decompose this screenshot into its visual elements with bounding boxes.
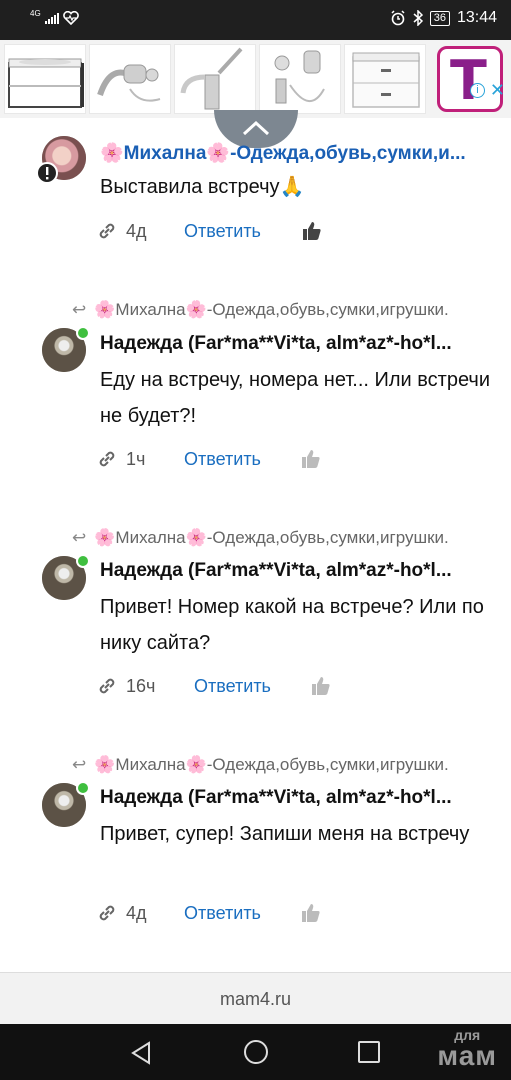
reply-to-name[interactable]: 🌸Михална🌸-Одежда,обувь,сумки,игрушки. — [94, 300, 449, 319]
avatar[interactable] — [36, 136, 86, 184]
link-icon[interactable] — [96, 220, 118, 242]
online-status-dot — [76, 326, 90, 340]
reply-to-line: ↩ 🌸Михална🌸-Одежда,обувь,сумки,игрушки. — [72, 528, 449, 548]
thumbs-up-icon[interactable] — [300, 902, 322, 924]
comment-time: 16ч — [126, 675, 156, 696]
comment-time: 1ч — [126, 448, 146, 469]
reply-button[interactable]: Ответить — [184, 449, 261, 470]
comment-meta: 16ч Ответить — [96, 675, 271, 697]
reply-to-name[interactable]: 🌸Михална🌸-Одежда,обувь,сумки,игрушки. — [94, 528, 449, 547]
comment-author[interactable]: 🌸Михална🌸-Одежда,обувь,сумки,и... — [100, 141, 495, 165]
status-bar: 4G 36 13:44 — [0, 0, 511, 40]
signal-icon — [44, 12, 59, 24]
recent-apps-icon[interactable] — [358, 1041, 380, 1063]
comment-author[interactable]: Надежда (Far*ma**Vi*ta, alm*az*-ho*l... — [100, 333, 495, 355]
battery-indicator: 36 — [429, 10, 450, 26]
thumbs-up-icon[interactable] — [310, 675, 332, 697]
ad-product-shower-set-image[interactable] — [259, 44, 341, 114]
thumbs-up-icon[interactable] — [300, 448, 322, 470]
site-domain[interactable]: mam4.ru — [220, 989, 291, 1009]
ad-product-vanity-image[interactable] — [4, 44, 86, 114]
reply-to-line: ↩ 🌸Михална🌸-Одежда,обувь,сумки,игрушки. — [72, 755, 449, 775]
reply-button[interactable]: Ответить — [184, 221, 261, 242]
thumbs-up-icon[interactable] — [301, 220, 323, 242]
comment-author[interactable]: Надежда (Far*ma**Vi*ta, alm*az*-ho*l... — [100, 560, 495, 582]
comment-text: Привет, супер! Запиши меня на встречу — [100, 823, 470, 845]
network-type: 4G — [30, 9, 41, 18]
health-heart-icon — [62, 11, 79, 25]
bluetooth-icon — [413, 10, 423, 26]
clock: 13:44 — [456, 9, 497, 26]
reply-arrow-icon: ↩ — [72, 528, 87, 547]
system-nav-bar: для мам — [0, 1024, 511, 1080]
chevron-up-icon — [242, 120, 270, 136]
ad-banner[interactable]: T i ✕ — [0, 40, 511, 118]
back-icon[interactable] — [130, 1041, 152, 1065]
ad-product-faucet-image[interactable] — [89, 44, 171, 114]
ad-product-cabinet-image[interactable] — [344, 44, 426, 114]
comment-author[interactable]: Надежда (Far*ma**Vi*ta, alm*az*-ho*l... — [100, 787, 495, 809]
comment-meta: 4д Ответить — [96, 220, 261, 242]
ad-brand-logo[interactable]: T — [437, 46, 503, 112]
link-icon[interactable] — [96, 902, 118, 924]
reply-to-line: ↩ 🌸Михална🌸-Одежда,обувь,сумки,игрушки. — [72, 300, 449, 320]
comment-text: Выставила встречу🙏 — [100, 176, 305, 198]
comment-text: Привет! Номер какой на встрече? Или по н… — [100, 596, 484, 654]
watermark-logo: для мам — [437, 1027, 497, 1071]
reply-to-name[interactable]: 🌸Михална🌸-Одежда,обувь,сумки,игрушки. — [94, 755, 449, 774]
ad-product-basin-mixer-image[interactable] — [174, 44, 256, 114]
link-icon[interactable] — [96, 448, 118, 470]
reply-button[interactable]: Ответить — [184, 903, 261, 924]
comment-time: 4д — [126, 220, 147, 241]
avatar[interactable] — [42, 554, 90, 600]
alarm-icon — [391, 10, 405, 26]
avatar[interactable] — [42, 781, 90, 827]
comment-text: Еду на встречу, номера нет... Или встреч… — [100, 369, 490, 427]
warning-icon — [36, 162, 58, 184]
comment-meta: 4д Ответить — [96, 902, 261, 924]
reply-arrow-icon: ↩ — [72, 300, 87, 319]
comment-time: 4д — [126, 902, 147, 923]
reply-arrow-icon: ↩ — [72, 755, 87, 774]
site-footer: mam4.ru — [0, 972, 511, 1024]
ad-close-icon[interactable]: ✕ — [490, 80, 505, 101]
ad-info-icon[interactable]: i — [470, 83, 485, 98]
reply-button[interactable]: Ответить — [194, 676, 271, 697]
comment-meta: 1ч Ответить — [96, 448, 261, 470]
link-icon[interactable] — [96, 675, 118, 697]
online-status-dot — [76, 554, 90, 568]
avatar[interactable] — [42, 326, 90, 372]
online-status-dot — [76, 781, 90, 795]
home-icon[interactable] — [244, 1040, 268, 1064]
